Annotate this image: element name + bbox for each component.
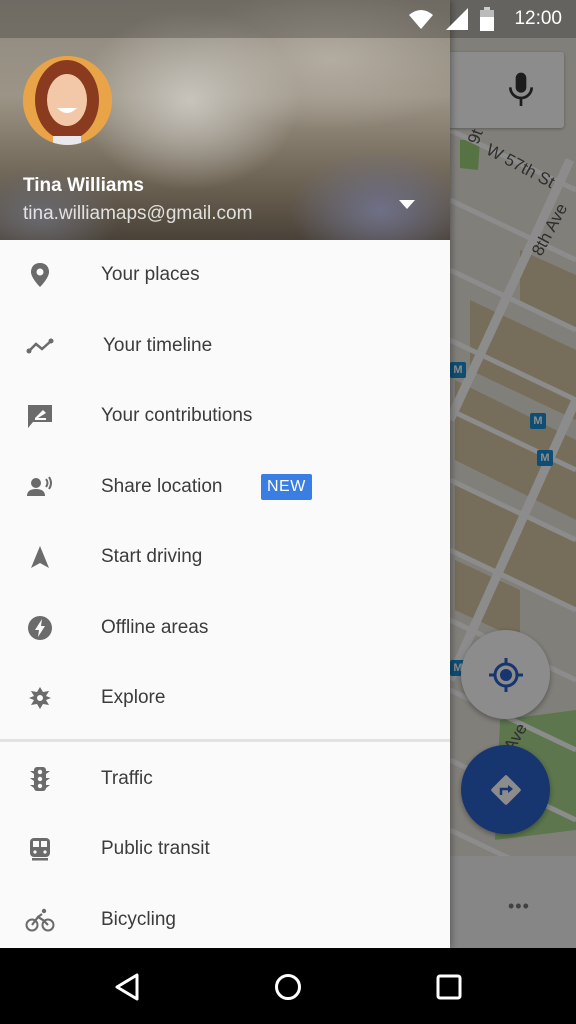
traffic-light-icon — [25, 764, 55, 794]
account-email: tina.williamaps@gmail.com — [23, 203, 253, 224]
menu-item-explore[interactable]: Explore — [0, 663, 450, 734]
new-badge: NEW — [261, 473, 312, 500]
account-dropdown-icon[interactable] — [398, 198, 416, 210]
menu-item-traffic[interactable]: Traffic — [0, 744, 450, 815]
back-icon[interactable] — [110, 970, 144, 1004]
menu-item-label: Your timeline — [103, 334, 213, 356]
menu-item-label: Start driving — [101, 546, 203, 568]
menu-item-offline-areas[interactable]: Offline areas — [0, 593, 450, 664]
place-pin-icon — [25, 260, 55, 290]
menu-item-label: Traffic — [101, 767, 153, 789]
status-bar: 12:00 — [0, 0, 576, 38]
recents-icon[interactable] — [432, 970, 466, 1004]
menu-item-bicycling[interactable]: Bicycling — [0, 885, 450, 949]
system-nav-bar — [0, 948, 576, 1024]
avatar-photo — [23, 56, 112, 145]
train-icon — [25, 834, 55, 864]
menu-item-label: Explore — [101, 687, 166, 709]
menu-item-label: Your contributions — [101, 405, 253, 427]
drawer-menu: Your places Your timeline Your contribut… — [0, 240, 450, 948]
bicycle-icon — [25, 905, 55, 935]
cell-signal-icon — [446, 8, 469, 30]
menu-item-label: Bicycling — [101, 908, 176, 930]
menu-item-share-location[interactable]: Share location NEW — [0, 452, 450, 523]
navigation-drawer: Tina Williams tina.williamaps@gmail.com … — [0, 0, 450, 948]
menu-item-your-places[interactable]: Your places — [0, 240, 450, 311]
home-icon[interactable] — [271, 970, 305, 1004]
menu-divider — [0, 738, 450, 742]
contributions-icon — [25, 401, 55, 431]
menu-item-label: Public transit — [101, 838, 210, 860]
avatar[interactable] — [23, 56, 112, 145]
timeline-icon — [25, 331, 55, 361]
battery-icon — [480, 7, 495, 31]
clock: 12:00 — [514, 8, 562, 29]
menu-item-your-timeline[interactable]: Your timeline — [0, 311, 450, 382]
menu-item-your-contributions[interactable]: Your contributions — [0, 381, 450, 452]
explore-icon — [25, 683, 55, 713]
navigation-arrow-icon — [25, 542, 55, 572]
wifi-icon — [409, 10, 434, 29]
share-location-icon — [25, 472, 55, 502]
menu-item-label: Offline areas — [101, 616, 209, 638]
menu-item-label: Your places — [101, 264, 200, 286]
offline-bolt-icon — [25, 613, 55, 643]
menu-item-start-driving[interactable]: Start driving — [0, 522, 450, 593]
account-name: Tina Williams — [23, 175, 144, 196]
menu-item-label: Share location — [101, 475, 223, 497]
menu-item-public-transit[interactable]: Public transit — [0, 814, 450, 885]
